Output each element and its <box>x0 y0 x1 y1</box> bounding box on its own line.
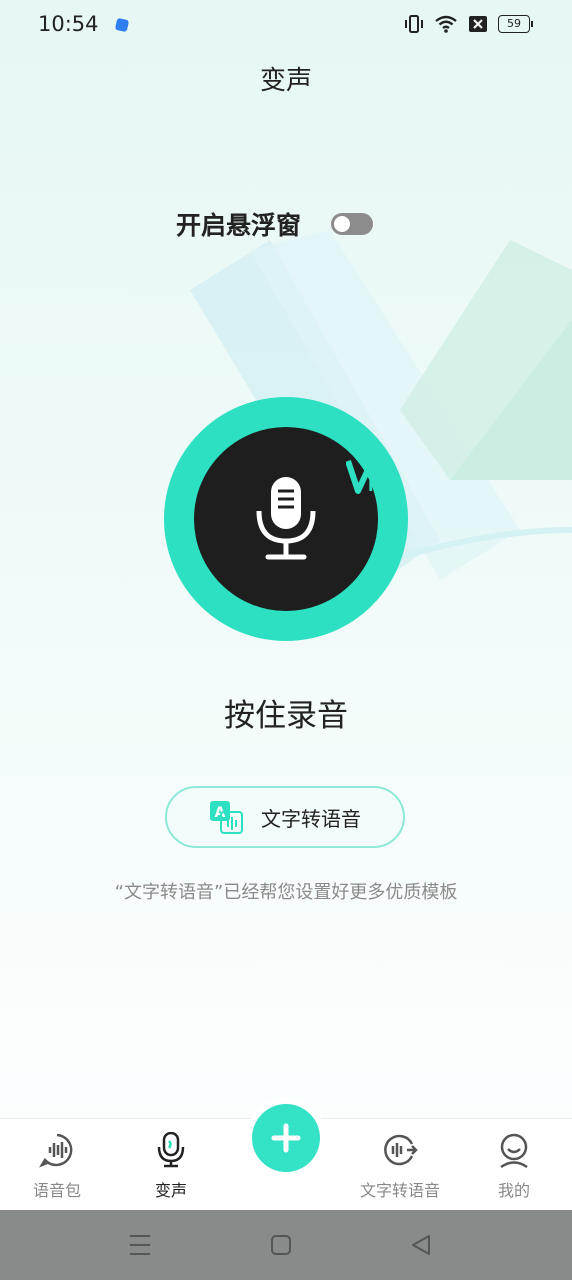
tab-text-to-speech[interactable]: 文字转语音 <box>345 1131 455 1201</box>
tab-label: 变声 <box>154 1181 187 1200</box>
record-button-inner: IP <box>194 427 385 611</box>
battery-level: 59 <box>507 17 521 30</box>
status-bar: 10:54 59 <box>0 0 572 50</box>
microphone-icon <box>256 477 316 560</box>
add-button[interactable] <box>252 1104 320 1172</box>
toggle-knob <box>334 216 351 232</box>
vip-badge: IP <box>345 457 390 501</box>
tab-label: 文字转语音 <box>359 1181 440 1200</box>
back-icon[interactable] <box>410 1232 432 1258</box>
floating-window-label: 开启悬浮窗 <box>176 211 302 240</box>
tab-profile[interactable]: 我的 <box>459 1131 569 1201</box>
translate-icon: A <box>210 801 243 834</box>
voice-pack-icon <box>39 1133 73 1168</box>
vibrate-icon <box>405 15 423 33</box>
page-title: 变声 <box>259 66 312 96</box>
battery-icon: 59 <box>498 15 533 33</box>
wifi-icon <box>435 15 457 33</box>
floating-window-row: 开启悬浮窗 <box>176 206 374 242</box>
plus-icon <box>271 1123 301 1153</box>
hold-to-record-label: 按住录音 <box>224 698 348 734</box>
menu-icon[interactable] <box>128 1232 152 1258</box>
microphone-icon <box>157 1132 185 1168</box>
floating-window-toggle[interactable] <box>331 213 374 235</box>
text-to-speech-icon <box>384 1134 418 1166</box>
home-icon[interactable] <box>270 1232 292 1258</box>
app-notification-icon <box>114 17 130 33</box>
text-to-speech-button[interactable]: A 文字转语音 <box>165 786 405 848</box>
text-to-speech-label: 文字转语音 <box>261 806 361 831</box>
tab-label: 我的 <box>497 1181 530 1200</box>
record-button[interactable]: IP <box>164 397 408 641</box>
status-time: 10:54 <box>38 12 99 36</box>
status-icons: 59 <box>404 14 533 34</box>
vip-icon: IP <box>345 459 385 495</box>
template-hint: “文字转语音”已经帮您设置好更多优质模板 <box>114 882 458 903</box>
svg-text:IP: IP <box>368 477 385 495</box>
profile-icon <box>500 1133 528 1168</box>
system-nav-bar <box>0 1210 572 1280</box>
tab-voice-changer[interactable]: 变声 <box>116 1131 226 1201</box>
tab-label: 语音包 <box>32 1181 81 1200</box>
tab-voice-pack[interactable]: 语音包 <box>2 1131 112 1201</box>
no-sim-icon <box>469 16 487 32</box>
